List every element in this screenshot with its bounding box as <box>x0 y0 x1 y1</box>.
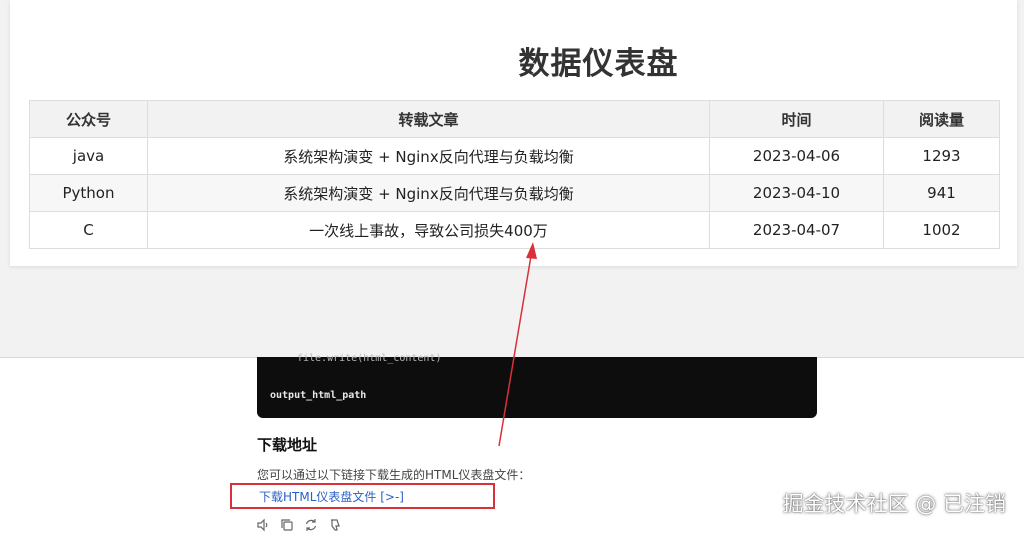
annotation-arrow <box>498 242 537 447</box>
